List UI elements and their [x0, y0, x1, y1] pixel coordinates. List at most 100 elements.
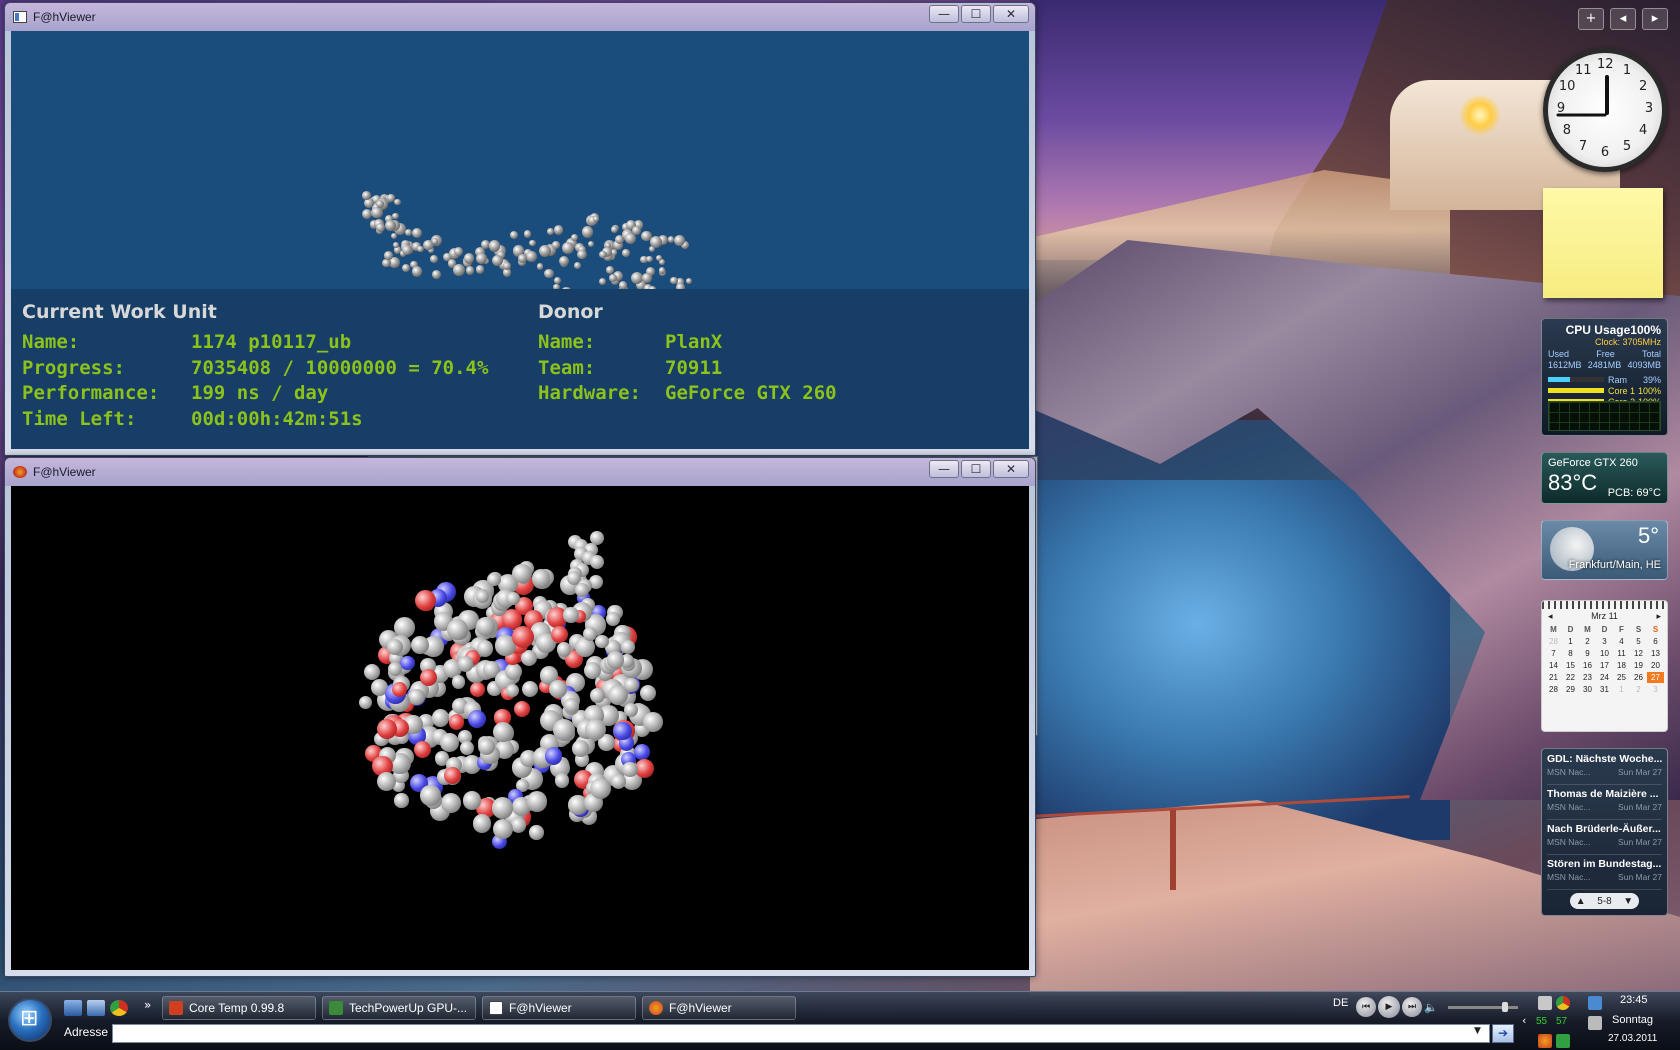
titlebar[interactable]: F@hViewer — ☐ ✕	[5, 3, 1035, 31]
tray-temp-core1[interactable]: 55	[1536, 1016, 1547, 1027]
calendar-day[interactable]: 24	[1596, 672, 1613, 683]
calendar-day[interactable]: 16	[1579, 660, 1596, 671]
news-headline[interactable]: Thomas de Maizière ...	[1547, 788, 1662, 800]
calendar-day[interactable]: 28	[1545, 636, 1562, 647]
address-go-button[interactable]: ➔	[1492, 1024, 1514, 1043]
calendar-day[interactable]: 17	[1596, 660, 1613, 671]
calendar-day[interactable]: 4	[1613, 636, 1630, 647]
news-headline[interactable]: Stören im Bundestag...	[1547, 858, 1662, 870]
calendar-day[interactable]: 13	[1647, 648, 1664, 659]
news-item[interactable]: Stören im Bundestag... MSN Nac... Sun Mar …	[1547, 858, 1662, 890]
calendar-day[interactable]: 11	[1613, 648, 1630, 659]
minimize-button[interactable]: —	[929, 5, 959, 23]
tray-show-hidden-icon[interactable]: ‹	[1522, 1014, 1536, 1028]
taskbar-button-gpuz[interactable]: TechPowerUp GPU-...	[322, 996, 476, 1020]
news-down-button[interactable]: ▼	[1623, 896, 1633, 907]
calendar-day[interactable]: 26	[1630, 672, 1647, 683]
volume-knob[interactable]	[1502, 1001, 1509, 1012]
calendar-day[interactable]: 20	[1647, 660, 1664, 671]
cpu-meter-gadget[interactable]: CPU Usage100% Clock: 3705MHz Used Free T…	[1541, 318, 1668, 436]
calendar-day[interactable]: 23	[1579, 672, 1596, 683]
viewer-canvas[interactable]	[11, 486, 1029, 970]
calendar-day[interactable]: 14	[1545, 660, 1562, 671]
language-indicator[interactable]: DE	[1333, 997, 1348, 1009]
address-dropdown-icon[interactable]: ▼	[1474, 1026, 1481, 1036]
play-button[interactable]: ▶	[1378, 996, 1400, 1018]
viewer-canvas[interactable]: Current Work Unit Name: 1174 p10117_ub P…	[11, 31, 1029, 449]
taskbar-time[interactable]: 23:45	[1620, 994, 1648, 1006]
calendar-day[interactable]: 10	[1596, 648, 1613, 659]
switch-windows-icon[interactable]	[87, 1000, 105, 1016]
news-item[interactable]: Nach Brüderle-Äußer... MSN Nac... Sun Mar …	[1547, 823, 1662, 855]
maximize-button[interactable]: ☐	[961, 460, 991, 478]
tray-tool-icon[interactable]	[1538, 996, 1552, 1010]
calendar-day[interactable]: 7	[1545, 648, 1562, 659]
fah-viewer-window-molecule[interactable]: F@hViewer — ☐ ✕	[4, 457, 1036, 977]
tray-chrome-icon[interactable]	[1556, 996, 1570, 1010]
taskbar-button-fahviewer-1[interactable]: F@hViewer	[482, 996, 636, 1020]
address-input[interactable]	[112, 1024, 1490, 1043]
news-headline[interactable]: Nach Brüderle-Äußer...	[1547, 823, 1662, 835]
calendar-day[interactable]: 5	[1630, 636, 1647, 647]
calendar-day[interactable]: 8	[1562, 648, 1579, 659]
prev-gadget-page-button[interactable]: ◂	[1610, 8, 1636, 30]
calendar-day[interactable]: 12	[1630, 648, 1647, 659]
calendar-prev-button[interactable]: ◂	[1548, 611, 1553, 622]
minimize-button[interactable]: —	[929, 460, 959, 478]
maximize-button[interactable]: ☐	[961, 5, 991, 23]
taskbar-date[interactable]: 27.03.2011	[1608, 1033, 1657, 1044]
taskbar-button-core-temp[interactable]: Core Temp 0.99.8	[162, 996, 316, 1020]
taskbar-button-fahviewer-2[interactable]: F@hViewer	[642, 996, 796, 1020]
calendar-day[interactable]: 25	[1613, 672, 1630, 683]
calendar-day[interactable]: 2	[1579, 636, 1596, 647]
calendar-day[interactable]: 19	[1630, 660, 1647, 671]
calendar-day[interactable]: 29	[1562, 684, 1579, 695]
volume-icon[interactable]: 🔈	[1424, 1001, 1438, 1014]
calendar-gadget[interactable]: ◂ Mrz 11 ▸ M D M D F S S 28 1 2 3 4 5 6 7 8 9 10 11 12 13 14 1…	[1541, 600, 1668, 732]
fah-viewer-window-info[interactable]: F@hViewer — ☐ ✕ Current Work Unit Name: …	[4, 2, 1036, 456]
calendar-day[interactable]: 30	[1579, 684, 1596, 695]
tray-speaker-icon[interactable]	[1588, 1016, 1602, 1030]
taskbar-day[interactable]: Sonntag	[1612, 1014, 1653, 1026]
calendar-day[interactable]: 27	[1647, 672, 1664, 683]
news-item[interactable]: GDL: Nächste Woche... MSN Nac... Sun Mar 2…	[1547, 753, 1662, 785]
calendar-day[interactable]: 18	[1613, 660, 1630, 671]
calendar-day[interactable]: 2	[1630, 684, 1647, 695]
sticky-note-gadget[interactable]	[1543, 188, 1663, 298]
calendar-day[interactable]: 3	[1596, 636, 1613, 647]
titlebar[interactable]: F@hViewer — ☐ ✕	[5, 458, 1035, 486]
tray-network-icon[interactable]	[1588, 996, 1602, 1010]
calendar-day[interactable]: 9	[1579, 648, 1596, 659]
calendar-day[interactable]: 22	[1562, 672, 1579, 683]
calendar-day[interactable]: 6	[1647, 636, 1664, 647]
add-gadget-button[interactable]: +	[1578, 8, 1604, 30]
close-button[interactable]: ✕	[993, 5, 1029, 23]
volume-slider[interactable]	[1447, 1001, 1518, 1012]
news-item[interactable]: Thomas de Maizière ... MSN Nac... Sun Mar …	[1547, 788, 1662, 820]
calendar-day[interactable]: 28	[1545, 684, 1562, 695]
news-gadget[interactable]: GDL: Nächste Woche... MSN Nac... Sun Mar 2…	[1541, 748, 1668, 916]
close-button[interactable]: ✕	[993, 460, 1029, 478]
next-gadget-page-button[interactable]: ▸	[1642, 8, 1668, 30]
calendar-next-button[interactable]: ▸	[1656, 611, 1661, 622]
clock-gadget[interactable]: 12 1 2 3 4 5 6 7 8 9 10 11	[1543, 48, 1667, 172]
start-button[interactable]	[8, 998, 52, 1042]
quick-launch-more[interactable]: »	[144, 998, 151, 1012]
calendar-day[interactable]: 1	[1562, 636, 1579, 647]
next-track-button[interactable]: ⏭	[1402, 997, 1422, 1017]
gpu-temp-gadget[interactable]: GeForce GTX 260 83°C PCB: 69°C	[1541, 452, 1668, 504]
calendar-day[interactable]: 3	[1647, 684, 1664, 695]
show-desktop-icon[interactable]	[64, 1000, 82, 1016]
previous-track-button[interactable]: ⏮	[1356, 997, 1376, 1017]
chrome-icon[interactable]	[110, 1000, 128, 1016]
calendar-day[interactable]: 31	[1596, 684, 1613, 695]
news-up-button[interactable]: ▲	[1576, 896, 1586, 907]
weather-gadget[interactable]: 5° Frankfurt/Main, HE	[1541, 520, 1668, 580]
calendar-day[interactable]: 21	[1545, 672, 1562, 683]
calendar-day[interactable]: 15	[1562, 660, 1579, 671]
calendar-day[interactable]: 1	[1613, 684, 1630, 695]
news-headline[interactable]: GDL: Nächste Woche...	[1547, 753, 1662, 765]
tray-temp-core2[interactable]: 57	[1556, 1016, 1567, 1027]
tray-gpu-icon[interactable]	[1556, 1034, 1570, 1048]
tray-fah-icon[interactable]	[1538, 1034, 1552, 1048]
